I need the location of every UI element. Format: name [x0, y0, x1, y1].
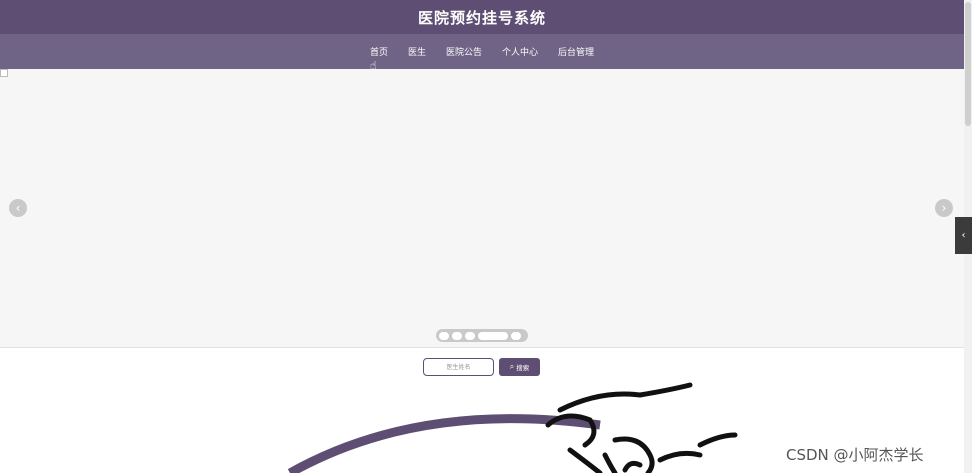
doctor-name-input[interactable] [423, 358, 494, 376]
nav-item-announcements[interactable]: 医院公告 [444, 39, 484, 64]
main-nav: 首页 医生 医院公告 个人中心 后台管理 [0, 34, 964, 72]
nav-item-doctors[interactable]: 医生 [406, 39, 428, 64]
search-button[interactable]: ⌕ 搜索 [499, 358, 540, 376]
chevron-left-icon: ‹ [961, 230, 966, 241]
page: { "header": {"title": "医院预约挂号系统"}, "nav"… [0, 0, 972, 473]
nav-item-profile[interactable]: 个人中心 [500, 39, 540, 64]
scrollbar-thumb[interactable] [965, 2, 971, 126]
chevron-right-icon: › [941, 201, 947, 215]
site-title: 医院预约挂号系统 [417, 8, 546, 27]
chevron-left-icon: ‹ [15, 201, 21, 215]
carousel-dot[interactable] [511, 331, 521, 340]
carousel-dot[interactable] [465, 331, 475, 340]
nav-item-admin[interactable]: 后台管理 [556, 39, 596, 64]
hand-illustration [545, 382, 738, 473]
csdn-watermark: CSDN @小阿杰学长 [786, 446, 924, 464]
carousel-dot[interactable] [439, 331, 449, 340]
hero-arc [287, 414, 601, 473]
carousel-indicators [436, 329, 528, 342]
site-header: 医院预约挂号系统 [0, 0, 964, 34]
side-panel-toggle[interactable]: ‹ [955, 217, 972, 254]
carousel-prev-button[interactable]: ‹ [9, 199, 27, 217]
carousel-dot[interactable] [452, 331, 462, 340]
search-icon: ⌕ [509, 362, 515, 371]
carousel-next-button[interactable]: › [935, 199, 953, 217]
broken-image-icon [0, 69, 8, 77]
banner-carousel: ‹ › [0, 69, 964, 348]
carousel-dot-active[interactable] [478, 331, 508, 340]
search-button-label: 搜索 [516, 365, 530, 372]
search-bar: ⌕ 搜索 [0, 357, 964, 377]
